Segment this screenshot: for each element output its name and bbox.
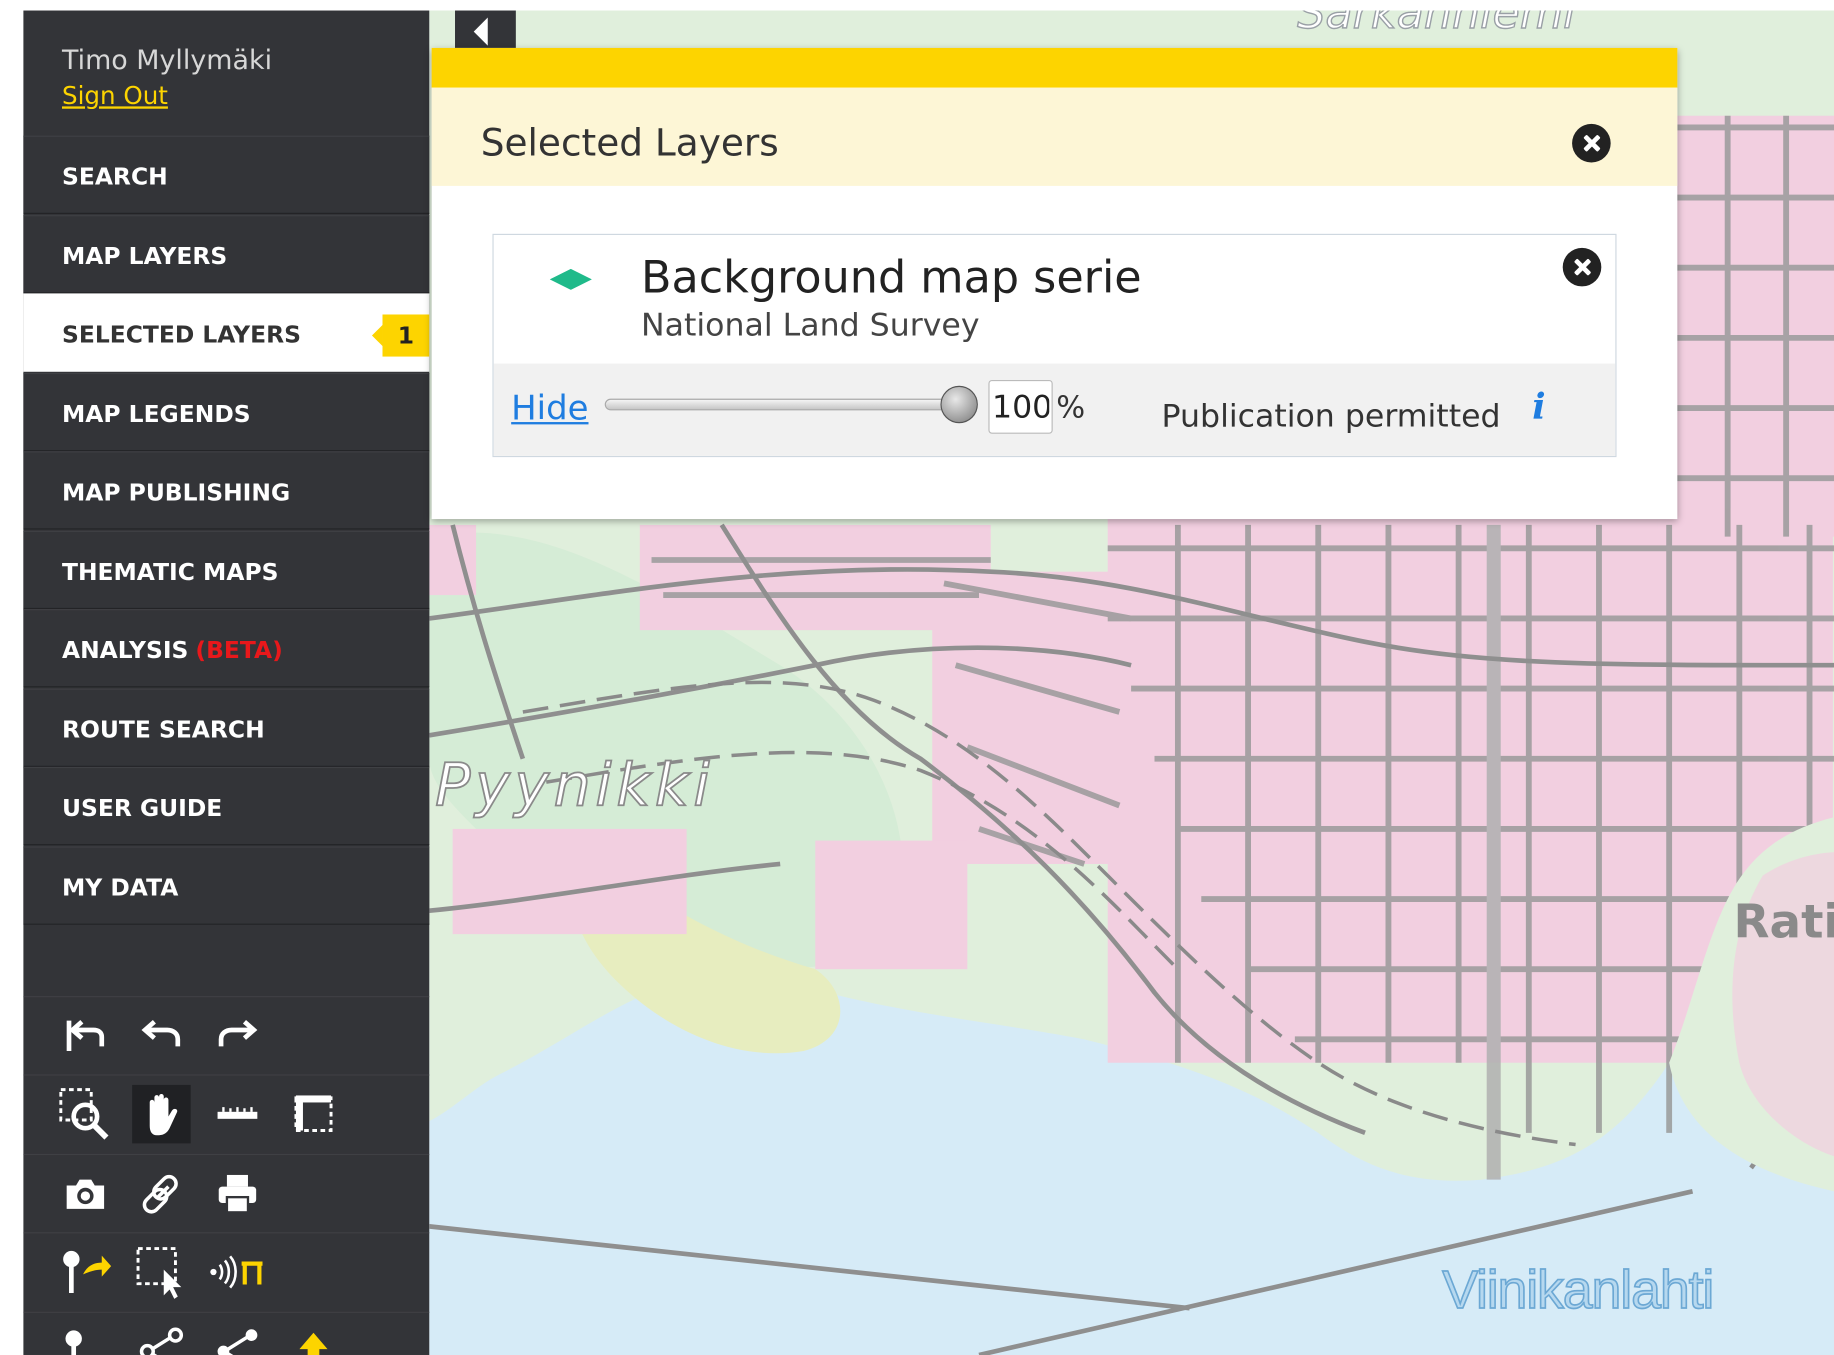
layer-controls: Hide % Publication permitted i: [493, 363, 1616, 456]
zoom-box-icon: [59, 1088, 109, 1140]
select-features-icon: [136, 1247, 182, 1299]
map-label-bay: Viinikanlahti: [1442, 1260, 1713, 1320]
undo-button[interactable]: [132, 1007, 190, 1065]
print-button[interactable]: [208, 1164, 266, 1222]
menu-item-route-search[interactable]: ROUTE SEARCH: [23, 688, 430, 767]
broadcast-icon: [210, 1255, 263, 1289]
layer-header: Background map serie National Land Surve…: [494, 235, 1616, 364]
redo-button[interactable]: [208, 1007, 266, 1065]
menu-item-label: SEARCH: [61, 162, 168, 191]
panel-accent-bar: [431, 47, 1678, 88]
menu-item-label: MAP LEGENDS: [61, 399, 251, 428]
marker-button[interactable]: [56, 1322, 114, 1355]
get-feature-info-icon: [63, 1250, 112, 1294]
upload-button[interactable]: [284, 1322, 342, 1355]
map-label-partial-right: Rati: [1733, 896, 1834, 950]
menu-item-label: MY DATA: [61, 873, 179, 902]
map-label-district: Pyynikki: [435, 752, 714, 820]
menu-item-thematic-maps[interactable]: THEMATIC MAPS: [23, 530, 430, 610]
sidebar: Timo Myllymäki Sign Out SEARCH MAP LAYER…: [23, 10, 430, 1355]
toolbar-export: [23, 1153, 430, 1232]
close-panel-button[interactable]: [1572, 123, 1611, 163]
toolbar-history: [23, 996, 430, 1074]
print-icon: [218, 1174, 257, 1214]
camera-icon: [66, 1179, 105, 1209]
reset-view-icon: [66, 1020, 105, 1052]
measure-area-icon: [294, 1095, 333, 1132]
menu-item-label: ROUTE SEARCH: [61, 715, 265, 744]
menu-item-analysis[interactable]: ANALYSIS (BETA): [23, 609, 430, 688]
menu-item-map-layers[interactable]: MAP LAYERS: [23, 215, 430, 294]
redo-icon: [218, 1020, 258, 1047]
info-icon[interactable]: i: [1532, 387, 1545, 428]
opacity-slider-handle[interactable]: [940, 385, 978, 424]
measure-area-button[interactable]: [284, 1085, 342, 1143]
menu-item-map-legends[interactable]: MAP LEGENDS: [23, 372, 430, 452]
layer-name: Background map serie: [640, 251, 1142, 303]
get-feature-info-button[interactable]: [56, 1243, 114, 1301]
reset-view-button[interactable]: [56, 1007, 114, 1065]
measure-line-button[interactable]: [208, 1085, 266, 1143]
link-icon: [142, 1174, 178, 1214]
menu-item-label: SELECTED LAYERS: [61, 320, 301, 349]
share-alt-button[interactable]: [208, 1322, 266, 1355]
layer-type-icon: [549, 268, 592, 290]
menu-item-label: MAP PUBLISHING: [61, 478, 291, 507]
toolbar-drawing: [23, 1311, 430, 1355]
opacity-unit: %: [1056, 390, 1086, 426]
layer-card: Background map serie National Land Surve…: [492, 233, 1617, 458]
zoom-box-button[interactable]: [56, 1085, 114, 1143]
hide-layer-link[interactable]: Hide: [511, 388, 588, 428]
share-alt-icon: [217, 1329, 258, 1355]
menu-item-my-data[interactable]: MY DATA: [23, 846, 430, 925]
panel-title: Selected Layers: [480, 120, 779, 165]
share-icon: [139, 1327, 184, 1355]
toolbar-navigation: [23, 1074, 430, 1152]
user-name: Timo Myllymäki: [61, 45, 273, 76]
menu-item-label: THEMATIC MAPS: [61, 557, 279, 586]
sign-out-link[interactable]: Sign Out: [62, 82, 168, 110]
menu-item-selected-layers[interactable]: SELECTED LAYERS 1: [23, 293, 430, 372]
map-label-partial-top: Särkänniemi: [1297, 11, 1576, 40]
pan-button[interactable]: [132, 1084, 191, 1144]
collapse-sidebar-button[interactable]: [455, 10, 516, 53]
selected-layers-panel: Selected Layers Background map serie Nat…: [431, 47, 1678, 520]
opacity-input[interactable]: [988, 379, 1053, 434]
menu-item-map-publishing[interactable]: MAP PUBLISHING: [23, 451, 430, 530]
menu-item-label: USER GUIDE: [61, 793, 223, 822]
measure-line-icon: [217, 1107, 258, 1119]
marker-icon: [65, 1330, 82, 1355]
pan-hand-icon: [149, 1093, 178, 1136]
menu-item-user-guide[interactable]: USER GUIDE: [23, 766, 430, 846]
undo-icon: [141, 1020, 181, 1047]
user-block: Timo Myllymäki Sign Out: [23, 11, 429, 135]
upload-icon: [299, 1332, 328, 1355]
panel-header: Selected Layers: [431, 87, 1678, 186]
select-features-button[interactable]: [132, 1243, 190, 1301]
layer-organization: National Land Survey: [640, 307, 980, 344]
screenshot-button[interactable]: [56, 1164, 114, 1222]
menu-item-label: ANALYSIS: [61, 635, 189, 665]
broadcast-button[interactable]: [208, 1243, 266, 1301]
link-button[interactable]: [132, 1164, 190, 1222]
opacity-slider-track[interactable]: [604, 398, 958, 411]
app-stage: Pyynikki Viinikanlahti Rati Särkänniemi …: [0, 0, 1834, 1355]
toolbar-feature: [23, 1232, 430, 1310]
selected-layers-count-badge: 1: [371, 314, 430, 357]
publication-status: Publication permitted: [1161, 398, 1501, 435]
chevron-left-icon: [473, 17, 488, 46]
menu-item-label: MAP LAYERS: [61, 242, 228, 271]
remove-layer-button[interactable]: [1562, 247, 1602, 287]
beta-tag: (BETA): [195, 635, 283, 665]
share-button[interactable]: [132, 1322, 190, 1355]
menu-item-search[interactable]: SEARCH: [23, 135, 430, 214]
